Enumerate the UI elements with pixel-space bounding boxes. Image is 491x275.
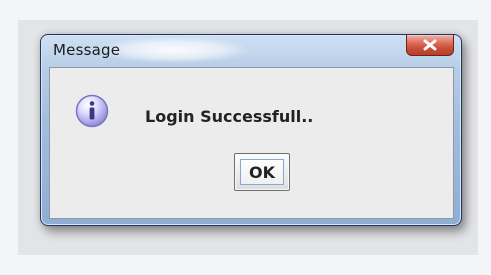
information-icon [75, 94, 109, 128]
ok-button[interactable]: OK [234, 153, 290, 191]
title-glow [99, 37, 249, 63]
message-dialog: Message Login Successfull.. OK [40, 34, 462, 226]
dialog-titlebar[interactable]: Message [41, 35, 461, 67]
dialog-content: Login Successfull.. OK [49, 67, 454, 219]
ok-button-label: OK [240, 159, 284, 185]
dialog-title: Message [53, 41, 121, 59]
close-icon [423, 39, 437, 51]
message-text: Login Successfull.. [145, 107, 314, 126]
close-button[interactable] [406, 35, 454, 56]
